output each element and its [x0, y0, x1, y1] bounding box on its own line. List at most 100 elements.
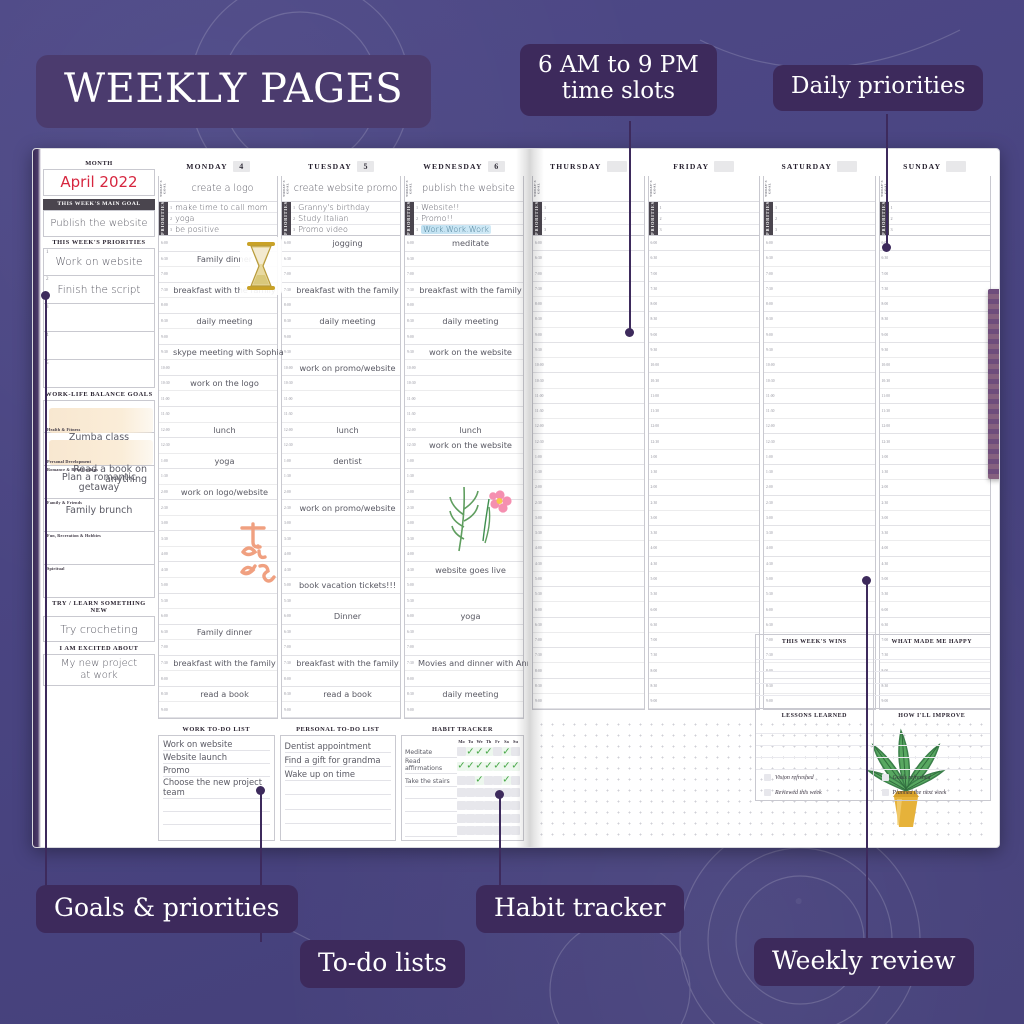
time-slot[interactable]: 3:00 [879, 511, 990, 527]
time-slot[interactable]: 8:00 [879, 297, 990, 313]
time-slot[interactable]: 1:30 [159, 469, 277, 485]
wlb-row[interactable]: Fun, Recreation & Hobbies [43, 531, 155, 565]
time-slot[interactable]: 5:00 [764, 572, 875, 588]
time-slot[interactable]: 11:00 [282, 391, 400, 408]
time-slot[interactable]: 6:00 meditate [405, 236, 523, 252]
time-slot[interactable]: 6:30 [764, 618, 875, 633]
habit-checkbox[interactable] [502, 826, 511, 836]
time-slot[interactable]: 11:30 [879, 404, 990, 420]
time-slot[interactable]: 9:30 skype meeting with Sophia [159, 345, 284, 361]
time-slot[interactable]: 1:00 [879, 450, 990, 465]
todays-goal-field[interactable] [658, 176, 760, 201]
time-slot[interactable]: 9:00 [405, 329, 523, 345]
time-slot[interactable]: 9:00 [405, 702, 523, 718]
habit-checkbox[interactable] [502, 761, 511, 771]
time-slot[interactable]: 7:30 [879, 282, 990, 298]
time-slot[interactable]: 5:00 [533, 572, 644, 588]
time-slot[interactable]: 7:30 [648, 282, 759, 298]
time-slot[interactable]: 1:00 [533, 450, 644, 465]
time-slot[interactable]: 11:30 [648, 404, 759, 420]
habit-checkbox[interactable] [475, 826, 484, 836]
time-slot[interactable]: 9:00 [648, 694, 759, 710]
time-slot[interactable]: 3:30 [282, 531, 400, 547]
habit-checkbox[interactable] [466, 813, 475, 823]
time-slot[interactable]: 5:30 [533, 587, 644, 603]
habit-name[interactable] [405, 787, 457, 800]
main-goal-field[interactable]: Publish the website [43, 209, 155, 237]
day-priority-item[interactable]: 3 Work.Work.Work [414, 225, 523, 235]
time-slot[interactable]: 11:00 [159, 391, 277, 408]
time-slot[interactable]: 9:00 [533, 694, 644, 710]
day-date[interactable]: 6 [487, 161, 505, 172]
time-slot[interactable]: 9:00 [159, 329, 277, 345]
time-slot[interactable]: 4:00 [879, 541, 990, 557]
time-slot[interactable]: 4:30 [282, 562, 400, 579]
day-date[interactable]: . [837, 161, 858, 172]
time-slot[interactable]: 5:30 [405, 594, 523, 610]
habit-checkbox[interactable] [475, 801, 484, 811]
time-slot[interactable]: 3:30 [764, 526, 875, 542]
time-slot[interactable]: 4:00 [764, 541, 875, 557]
checkbox-icon[interactable] [764, 789, 771, 796]
time-slot[interactable]: 12:00 [648, 419, 759, 435]
habit-checkbox[interactable] [457, 826, 466, 836]
habit-checkbox[interactable] [511, 813, 520, 823]
time-slot[interactable]: 2:30 [764, 496, 875, 511]
habit-checkbox[interactable] [493, 747, 502, 757]
habit-checkbox[interactable] [466, 826, 475, 836]
time-slot[interactable]: 6:00 [648, 602, 759, 618]
time-slot[interactable]: 5:00 [879, 572, 990, 588]
checkbox-icon[interactable] [764, 774, 771, 781]
time-slot[interactable]: 4:00 [405, 547, 523, 563]
time-slot[interactable]: 7:30 Movies and dinner with Ann [405, 656, 532, 672]
day-priority-item[interactable]: 1 make time to call mom [168, 202, 277, 214]
habit-checkbox[interactable] [475, 747, 484, 757]
habit-checkbox[interactable] [502, 813, 511, 823]
habit-name[interactable]: Take the stairs [405, 774, 457, 787]
habit-checkbox[interactable] [457, 761, 466, 771]
day-priority-item[interactable]: 1 Granny's birthday [291, 202, 400, 214]
time-slot[interactable]: 5:00 [159, 578, 277, 594]
time-slot[interactable]: 4:30 website goes live [405, 562, 523, 579]
habit-checkbox[interactable] [475, 775, 484, 785]
time-slot[interactable]: 11:00 [648, 389, 759, 404]
time-slot[interactable]: 5:00 [405, 578, 523, 594]
month-field[interactable]: April 2022 [43, 168, 155, 196]
time-slot[interactable]: 2:00 [764, 480, 875, 496]
time-slot[interactable]: 11:30 [533, 404, 644, 420]
time-slot[interactable]: 7:30 breakfast with the family [159, 283, 277, 299]
time-slot[interactable]: 3:30 [533, 526, 644, 542]
day-priority-item[interactable]: 3 [773, 225, 875, 235]
time-slot[interactable]: 7:00 [282, 640, 400, 656]
habit-checkbox[interactable] [484, 788, 493, 798]
time-slot[interactable]: 10:30 [764, 373, 875, 389]
time-slot[interactable]: 8:30 read a book [282, 687, 400, 703]
habit-checkbox[interactable] [493, 761, 502, 771]
habit-name[interactable] [405, 812, 457, 825]
time-slot[interactable]: 12:30 [764, 434, 875, 450]
time-slot[interactable]: 6:00 [533, 602, 644, 618]
time-slot[interactable]: 7:30 breakfast with the family [282, 283, 400, 299]
time-slot[interactable]: 7:30 breakfast with the family [405, 283, 523, 299]
improve-cell[interactable]: HOW I'LL IMPROVE Goals refreshed Planned… [872, 709, 991, 800]
check-planned-next-week[interactable]: Planned the next week [874, 785, 991, 800]
weekly-priority-row[interactable]: 3 [43, 304, 155, 332]
habit-checkbox[interactable] [466, 775, 475, 785]
time-slot[interactable]: 6:00 [159, 236, 277, 252]
habit-checkbox[interactable] [466, 801, 475, 811]
time-slot[interactable]: 1:00 yoga [159, 454, 277, 470]
time-slot[interactable]: 8:00 [159, 298, 277, 314]
time-slot[interactable]: 8:00 [405, 298, 523, 314]
habit-checkbox[interactable] [475, 788, 484, 798]
time-slot[interactable]: 1:30 [282, 469, 400, 485]
time-slot[interactable]: 9:30 [764, 343, 875, 359]
time-slot[interactable]: 12:30 [648, 434, 759, 450]
time-slot[interactable]: 9:00 [282, 702, 400, 718]
habit-checkbox[interactable] [511, 788, 520, 798]
time-slot[interactable]: 8:00 [533, 663, 644, 679]
habit-name[interactable] [405, 824, 457, 837]
time-slot[interactable]: 7:30 [764, 282, 875, 298]
happy-cell[interactable]: WHAT MADE ME HAPPY [872, 635, 990, 708]
day-priority-item[interactable]: 2 [657, 213, 759, 225]
time-slot[interactable]: 6:30 [405, 625, 523, 641]
